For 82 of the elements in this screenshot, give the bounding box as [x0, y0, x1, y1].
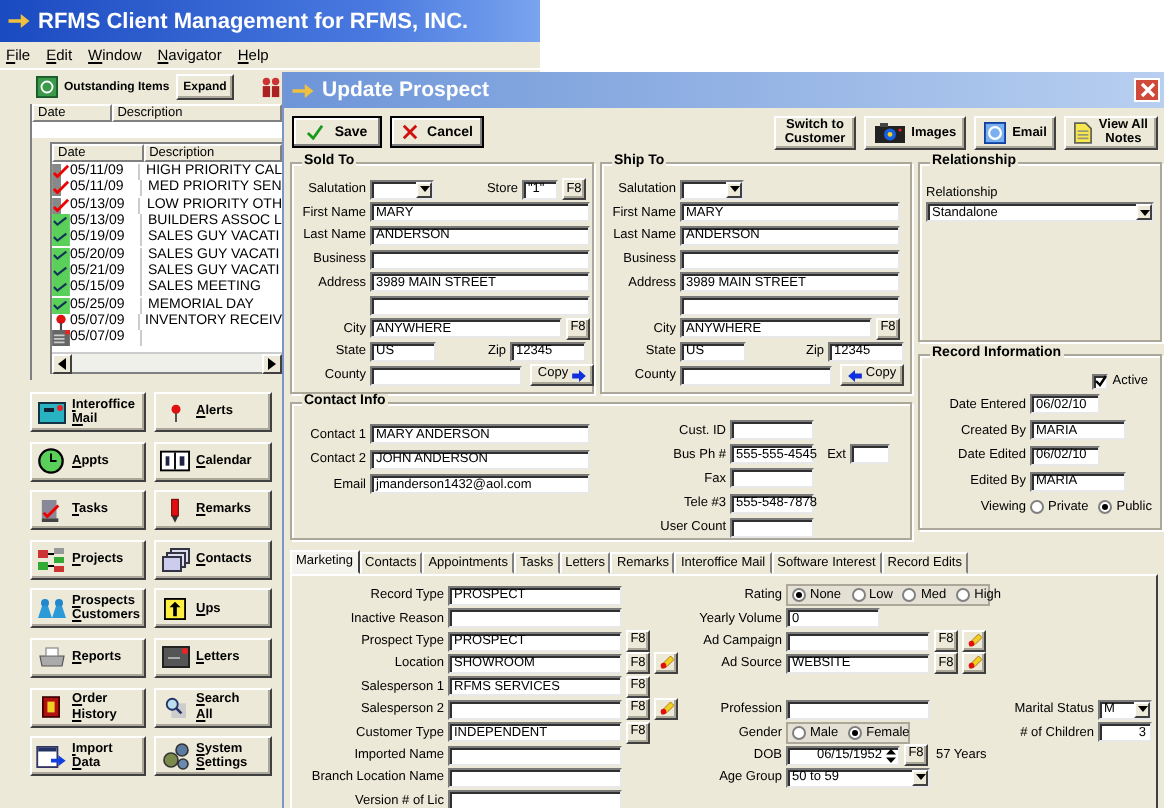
close-button[interactable] — [1134, 78, 1160, 102]
pin-icon — [169, 401, 181, 423]
pencil-icon — [659, 702, 673, 717]
text-field[interactable] — [448, 699, 622, 720]
refresh-icon[interactable] — [36, 76, 58, 98]
text-field[interactable] — [370, 365, 522, 386]
email-icon — [984, 121, 1007, 143]
dropdown-field[interactable] — [370, 179, 434, 200]
dropdown-arrow-icon[interactable] — [1139, 209, 1149, 215]
calendar-icon — [160, 450, 190, 473]
appointment-check-icon — [51, 280, 69, 297]
appointment-check-icon — [51, 214, 69, 231]
edit-button[interactable] — [654, 698, 678, 721]
printer-icon — [37, 646, 65, 669]
check-icon — [306, 124, 325, 140]
text-field[interactable] — [850, 444, 890, 465]
marker-icon — [170, 497, 180, 524]
horizontal-scrollbar[interactable] — [52, 352, 282, 372]
arrow-left-icon — [847, 369, 862, 382]
radio-button[interactable] — [792, 588, 806, 603]
pencil-icon — [659, 656, 673, 671]
import-icon — [36, 745, 66, 768]
x-icon — [401, 124, 418, 140]
radio-button[interactable] — [1030, 500, 1044, 515]
dialog-title: Update Prospect — [322, 78, 489, 102]
pin-icon — [51, 313, 69, 330]
text-field[interactable] — [730, 468, 814, 489]
radio-button[interactable] — [851, 588, 866, 603]
edit-button[interactable] — [654, 652, 678, 675]
flowchart-icon — [37, 547, 65, 572]
pencil-icon — [967, 656, 981, 671]
radio-button[interactable] — [902, 588, 917, 603]
dropdown-arrow-icon[interactable] — [419, 186, 429, 193]
notes-icon — [1074, 121, 1093, 143]
people-icon — [37, 597, 65, 620]
mail-icon — [37, 401, 65, 423]
scroll-left-icon[interactable] — [58, 358, 66, 370]
people-icon[interactable] — [260, 76, 282, 98]
scroll-right-icon[interactable] — [268, 358, 276, 370]
arrow-right-icon — [572, 369, 587, 382]
app-icon — [8, 14, 30, 28]
clock-icon — [38, 448, 64, 475]
text-field[interactable] — [370, 295, 590, 316]
appointment-check-icon — [51, 247, 69, 264]
radio-button[interactable] — [1098, 500, 1113, 515]
radio-button[interactable] — [956, 588, 971, 603]
spinner-icon[interactable] — [886, 747, 896, 764]
search-icon — [164, 696, 186, 719]
text-field[interactable] — [730, 420, 814, 441]
dropdown-arrow-icon[interactable] — [729, 186, 739, 193]
up-arrow-icon — [164, 597, 186, 620]
radio-button[interactable] — [792, 725, 806, 740]
text-field[interactable] — [786, 699, 930, 720]
edit-button[interactable] — [962, 652, 986, 675]
dropdown-arrow-icon[interactable] — [1137, 706, 1147, 713]
app-icon — [292, 83, 314, 97]
dropdown-field[interactable] — [680, 179, 744, 200]
pencil-icon — [967, 634, 981, 649]
appointment-check-icon — [51, 297, 69, 314]
cards-icon — [161, 547, 189, 572]
dropdown-arrow-icon[interactable] — [915, 774, 925, 781]
text-field[interactable] — [786, 631, 930, 652]
order-icon — [42, 696, 60, 719]
text-field[interactable] — [448, 767, 622, 788]
window-title: RFMS Client Management for RFMS, INC. — [38, 9, 469, 33]
task-icon — [40, 499, 62, 522]
radio-button[interactable] — [848, 725, 863, 740]
text-field[interactable] — [680, 295, 900, 316]
text-field[interactable] — [730, 517, 814, 538]
text-field[interactable] — [448, 608, 622, 629]
close-icon — [1139, 82, 1155, 98]
text-field[interactable] — [370, 249, 590, 270]
letter-icon — [161, 646, 189, 669]
text-field[interactable] — [680, 365, 832, 386]
camera-icon — [873, 121, 906, 143]
settings-icon — [161, 742, 189, 771]
checkbox[interactable] — [1092, 373, 1109, 389]
text-field[interactable] — [448, 745, 622, 766]
text-field[interactable] — [680, 249, 900, 270]
memo-icon — [51, 330, 69, 347]
text-field[interactable] — [448, 790, 622, 808]
appointment-check-icon — [51, 230, 69, 247]
